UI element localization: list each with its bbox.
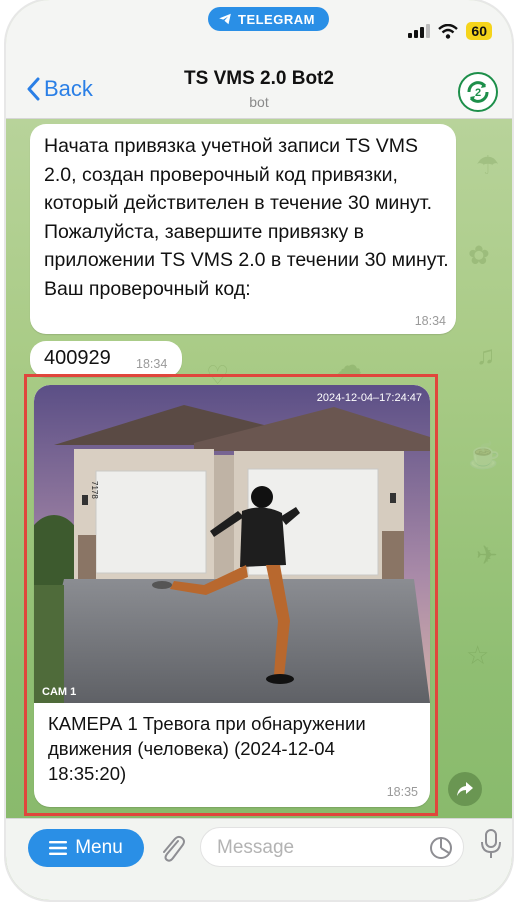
mic-icon bbox=[481, 829, 501, 858]
message-time: 18:35 bbox=[386, 785, 418, 799]
signal-icon bbox=[408, 24, 431, 38]
chat-subtitle: bot bbox=[249, 94, 269, 110]
mic-button[interactable] bbox=[480, 829, 502, 864]
telegram-pill-label: TELEGRAM bbox=[238, 11, 315, 27]
menu-icon bbox=[49, 841, 68, 855]
verification-code: 400929 bbox=[44, 347, 111, 369]
message-bubble-code[interactable]: 400929 18:34 bbox=[30, 341, 182, 377]
telegram-pill[interactable]: TELEGRAM bbox=[208, 7, 329, 31]
sticker-icon[interactable] bbox=[429, 836, 453, 860]
message-placeholder: Message bbox=[217, 837, 295, 858]
menu-button[interactable]: Menu bbox=[28, 829, 144, 867]
camera-snapshot[interactable]: 2024-12-04–17:24:47 CAM 1 7178 bbox=[34, 385, 430, 703]
bot-avatar[interactable]: 2 bbox=[458, 72, 498, 112]
message-time: 18:34 bbox=[414, 314, 446, 328]
share-icon bbox=[457, 782, 473, 796]
menu-label: Menu bbox=[75, 837, 123, 858]
phone-screen: ☂ ✿ ♫ ☕ ✈ ☆ ♡ ☁ TELEGRAM 60 Back TS VMS … bbox=[6, 0, 512, 900]
message-bubble-binding[interactable]: Начата привязка учетной записи TS VMS 2.… bbox=[30, 124, 456, 334]
chat-title[interactable]: TS VMS 2.0 Bot2 bbox=[6, 68, 512, 90]
bot-avatar-icon: 2 bbox=[467, 81, 489, 103]
alert-caption: КАМЕРА 1 Тревога при обнаружении движени… bbox=[48, 713, 366, 784]
message-time: 18:34 bbox=[136, 357, 168, 371]
chat-header: TELEGRAM 60 Back TS VMS 2.0 Bot2 bot 2 bbox=[6, 0, 512, 119]
telegram-plane-icon bbox=[219, 13, 231, 25]
share-button[interactable] bbox=[448, 772, 482, 806]
message-bubble-alert[interactable]: 2024-12-04–17:24:47 CAM 1 7178 КАМЕРА 1 … bbox=[34, 385, 430, 807]
message-input[interactable]: Message bbox=[200, 827, 464, 867]
battery-level: 60 bbox=[466, 22, 492, 40]
snapshot-image: 2024-12-04–17:24:47 CAM 1 7178 bbox=[34, 385, 430, 703]
attach-button[interactable] bbox=[158, 833, 186, 868]
composer-bar: Menu Message bbox=[6, 818, 512, 900]
svg-text:2: 2 bbox=[475, 87, 481, 99]
photo-camera-label: CAM 1 bbox=[42, 686, 76, 698]
attach-icon bbox=[163, 835, 185, 862]
photo-timestamp: 2024-12-04–17:24:47 bbox=[317, 392, 422, 404]
status-icons: 60 bbox=[408, 22, 492, 40]
wifi-icon bbox=[438, 23, 459, 39]
house-number: 7178 bbox=[90, 481, 99, 499]
message-text: Начата привязка учетной записи TS VMS 2.… bbox=[44, 135, 449, 300]
